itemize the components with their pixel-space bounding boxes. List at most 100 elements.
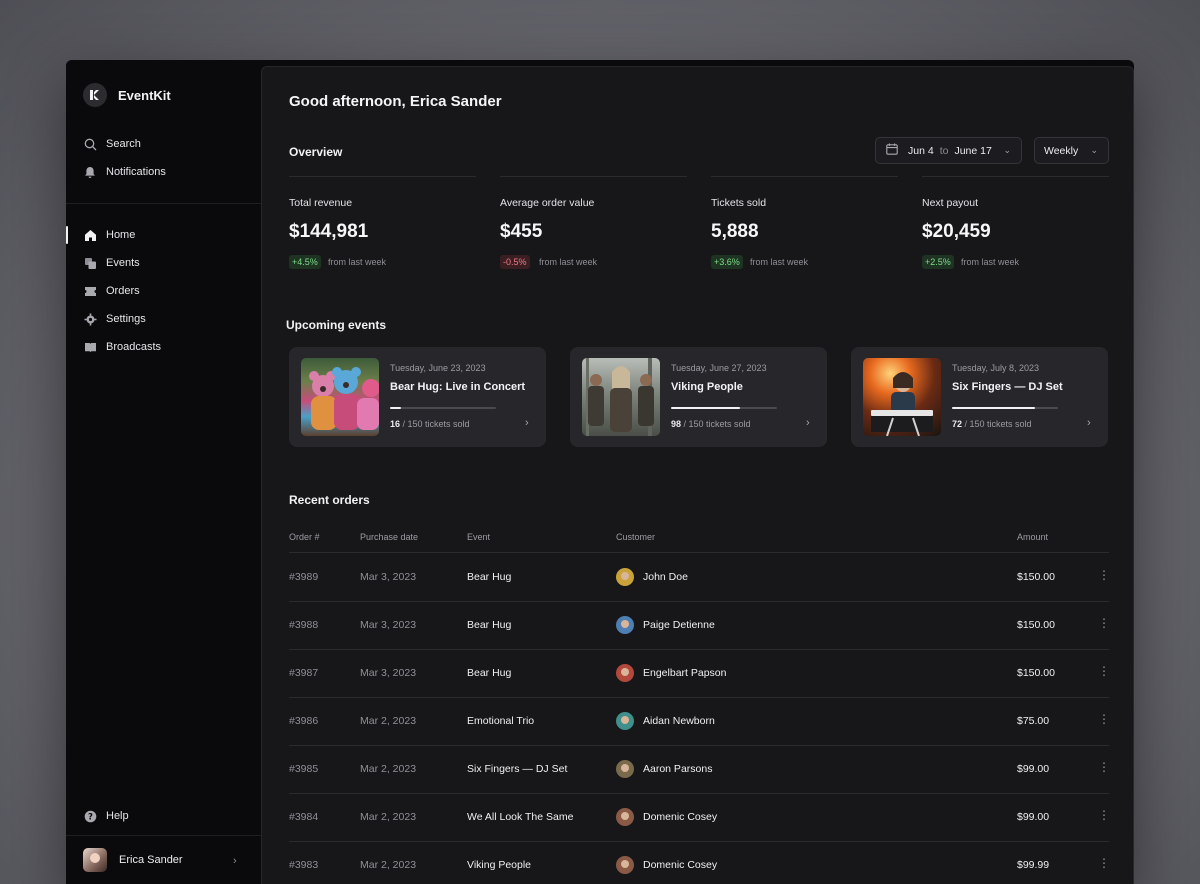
avatar (616, 856, 634, 874)
sidebar-item-orders[interactable]: Orders (83, 281, 140, 301)
book-icon (83, 340, 97, 354)
sidebar-item-label: Search (106, 138, 141, 150)
app-window: EventKit Search Notifications Home Event… (66, 60, 1134, 884)
tickets-sold-suffix: / 150 tickets sold (683, 419, 751, 429)
more-vertical-icon[interactable]: ⋮ (1098, 808, 1110, 822)
stat-next-payout: Next payout $20,459 +2.5% from last week (922, 176, 1109, 269)
stat-total-revenue: Total revenue $144,981 +4.5% from last w… (289, 176, 476, 269)
column-header-customer[interactable]: Customer (616, 532, 655, 542)
sidebar-item-settings[interactable]: Settings (83, 309, 146, 329)
stat-change-badge: +3.6% (711, 255, 743, 269)
avatar (616, 616, 634, 634)
more-vertical-icon[interactable]: ⋮ (1098, 760, 1110, 774)
brand[interactable]: EventKit (83, 83, 171, 107)
sidebar-item-broadcasts[interactable]: Broadcasts (83, 337, 161, 357)
order-amount: $99.99 (1017, 859, 1050, 871)
customer: Aaron Parsons (616, 760, 712, 778)
column-header-order[interactable]: Order # (289, 532, 320, 542)
table-row[interactable]: #3985 Mar 2, 2023 Six Fingers — DJ Set Aaro… (289, 746, 1110, 794)
tickets-sold: 98 / 150 tickets sold (671, 419, 751, 429)
more-vertical-icon[interactable]: ⋮ (1098, 856, 1110, 870)
avatar (616, 808, 634, 826)
customer: Engelbart Papson (616, 664, 726, 682)
chevron-down-icon: ⌄ (1090, 145, 1098, 155)
customer: Domenic Cosey (616, 856, 717, 874)
event-card[interactable]: Tuesday, July 8, 2023 Six Fingers — DJ S… (851, 347, 1108, 447)
chevron-right-icon[interactable]: › (233, 855, 237, 867)
customer: Aidan Newborn (616, 712, 715, 730)
purchase-date: Mar 3, 2023 (360, 619, 417, 631)
avatar (616, 568, 634, 586)
event-image (582, 358, 660, 436)
sidebar-item-label: Broadcasts (106, 341, 162, 353)
stat-change-badge: +4.5% (289, 255, 321, 269)
period-value: Weekly (1044, 144, 1079, 157)
sidebar-item-home[interactable]: Home (83, 225, 135, 245)
overview-title: Overview (289, 145, 343, 159)
date-range-picker[interactable]: Jun 4 to June 17 ⌄ (875, 137, 1022, 164)
stat-note: from last week (328, 257, 387, 267)
stat-value: $455 (500, 221, 543, 242)
gear-icon (83, 312, 97, 326)
avatar (83, 848, 107, 872)
more-vertical-icon[interactable]: ⋮ (1098, 664, 1110, 678)
sidebar-item-label: Help (106, 810, 129, 822)
tickets-sold: 72 / 150 tickets sold (952, 419, 1032, 429)
stat-label: Total revenue (289, 197, 353, 209)
table-row[interactable]: #3986 Mar 2, 2023 Emotional Trio Aidan Newb… (289, 698, 1110, 746)
chevron-right-icon: › (806, 417, 810, 429)
avatar (616, 664, 634, 682)
svg-text:?: ? (88, 812, 93, 822)
user-menu[interactable]: Erica Sander (83, 848, 183, 872)
customer-name: Paige Detienne (643, 619, 715, 631)
tickets-progress-bar (390, 407, 496, 409)
table-row[interactable]: #3988 Mar 3, 2023 Bear Hug Paige Detienne $1… (289, 602, 1110, 650)
page-title: Good afternoon, Erica Sander (289, 93, 502, 110)
order-amount: $99.00 (1017, 763, 1050, 775)
period-select[interactable]: Weekly ⌄ (1034, 137, 1109, 164)
sidebar-item-events[interactable]: Events (83, 253, 140, 273)
more-vertical-icon[interactable]: ⋮ (1098, 616, 1110, 630)
table-row[interactable]: #3987 Mar 3, 2023 Bear Hug Engelbart Papson… (289, 650, 1110, 698)
stat-note: from last week (961, 257, 1020, 267)
customer-name: Engelbart Papson (643, 667, 727, 679)
more-vertical-icon[interactable]: ⋮ (1098, 568, 1110, 582)
orders-table-header: Order # Purchase date Event Customer Amo… (289, 529, 1109, 553)
table-row[interactable]: #3984 Mar 2, 2023 We All Look The Same Dome… (289, 794, 1110, 842)
column-header-date[interactable]: Purchase date (360, 532, 418, 542)
sidebar-item-notifications[interactable]: Notifications (83, 162, 166, 182)
more-vertical-icon[interactable]: ⋮ (1098, 712, 1110, 726)
stat-label: Tickets sold (711, 197, 767, 209)
sidebar-item-search[interactable]: Search (83, 134, 141, 154)
customer-name: John Doe (643, 571, 688, 583)
order-id: #3985 (289, 763, 319, 775)
event-date: Tuesday, June 27, 2023 (671, 363, 767, 373)
purchase-date: Mar 3, 2023 (360, 667, 417, 679)
event-name: Viking People (671, 381, 743, 393)
sidebar-item-label: Events (106, 257, 140, 269)
order-amount: $150.00 (1017, 667, 1055, 679)
event-name: Viking People (467, 859, 532, 871)
tickets-sold-count: 16 (390, 419, 401, 429)
sidebar-item-help[interactable]: ? Help (83, 806, 129, 826)
purchase-date: Mar 2, 2023 (360, 763, 417, 775)
column-header-amount[interactable]: Amount (1017, 532, 1048, 542)
event-card[interactable]: Tuesday, June 23, 2023 Bear Hug: Live in… (289, 347, 546, 447)
event-date: Tuesday, July 8, 2023 (952, 363, 1040, 373)
order-amount: $150.00 (1017, 619, 1055, 631)
table-row[interactable]: #3983 Mar 2, 2023 Viking People Domenic Cos… (289, 842, 1110, 884)
order-id: #3986 (289, 715, 319, 727)
eventkit-logo-icon (83, 83, 107, 107)
event-image (863, 358, 941, 436)
event-name: Bear Hug (467, 619, 512, 631)
chevron-down-icon: ⌄ (1003, 145, 1011, 155)
date-to: June 17 (954, 144, 992, 157)
upcoming-events-title: Upcoming events (286, 318, 387, 332)
event-card[interactable]: Tuesday, June 27, 2023 Viking People 98 … (570, 347, 827, 447)
calendar-icon (886, 143, 898, 158)
customer-name: Domenic Cosey (643, 859, 718, 871)
events-icon (83, 256, 97, 270)
column-header-event[interactable]: Event (467, 532, 490, 542)
tickets-sold-suffix: / 150 tickets sold (964, 419, 1032, 429)
table-row[interactable]: #3989 Mar 3, 2023 Bear Hug John Doe $150.00 ⋮ (289, 554, 1110, 602)
